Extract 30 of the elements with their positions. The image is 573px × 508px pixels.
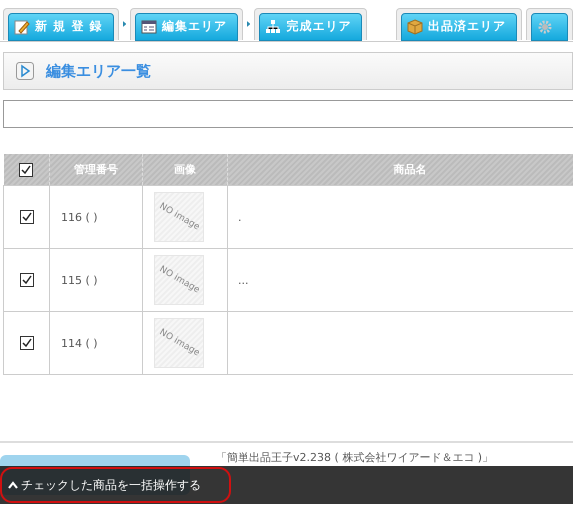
play-icon [16,62,34,80]
column-header: 管理番号 [50,154,142,186]
bulk-action-button[interactable]: チェックした商品を一括操作する [0,467,231,503]
nav-tab[interactable]: 完成エリア [259,12,362,40]
checkbox[interactable] [20,210,34,224]
table-cell: ... [238,274,248,286]
nav-tab[interactable]: 出品済エリア [401,12,518,40]
hierarchy-icon [265,18,282,34]
table-cell: 114 ( ) [61,336,98,350]
table-cell: 115 ( ) [61,274,98,286]
checkbox[interactable] [20,336,34,350]
nav-tab[interactable] [531,12,568,40]
footer-text: 「簡単出品王子v2.238 ( 株式会社ワイアード＆エコ )」 [216,451,494,465]
input-field[interactable] [3,100,573,128]
column-header: 商品名 [228,154,573,186]
table-cell: . [238,210,242,224]
nav-tab[interactable]: 編集エリア [134,12,238,40]
arrow-icon [246,18,250,28]
gear-icon [537,18,554,34]
panel-title: 編集エリア一覧 [46,62,151,80]
box-icon [407,18,424,34]
checkbox[interactable] [19,162,34,176]
column-header: 画像 [142,154,228,186]
table-cell: 116 ( ) [61,210,98,224]
nav-tab[interactable]: 新 規 登 録 [8,12,114,40]
list-icon [140,18,157,34]
pencil-icon [14,18,30,34]
chevron-up-icon [8,481,18,489]
checkbox[interactable] [20,273,34,287]
arrow-icon [122,18,126,28]
